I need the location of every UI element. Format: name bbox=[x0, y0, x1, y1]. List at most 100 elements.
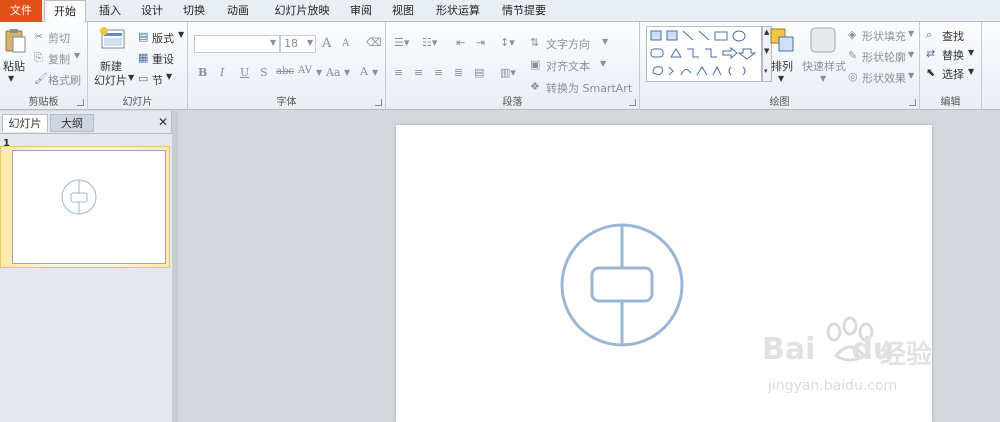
shape-effects-button[interactable]: 形状效果 bbox=[862, 70, 906, 86]
layout-dropdown-icon[interactable]: ▼ bbox=[178, 30, 184, 39]
bullets-icon[interactable]: ☰▾ bbox=[394, 36, 409, 49]
clipboard-launcher-icon[interactable] bbox=[77, 99, 84, 106]
replace-icon: ⇄ bbox=[926, 47, 936, 60]
replace-dropdown-icon[interactable]: ▼ bbox=[968, 48, 974, 57]
clear-format-icon[interactable]: ⌫ bbox=[366, 36, 382, 49]
paste-button[interactable]: 粘贴 bbox=[3, 58, 25, 74]
decrease-indent-icon[interactable]: ⇤ bbox=[456, 36, 465, 49]
distributed-icon[interactable]: ▤ bbox=[474, 66, 484, 79]
tab-transitions[interactable]: 切换 bbox=[174, 0, 214, 22]
align-text-dropdown-icon[interactable]: ▼ bbox=[600, 59, 606, 68]
italic-button[interactable]: I bbox=[220, 66, 224, 79]
char-spacing-dropdown-icon[interactable]: ▼ bbox=[316, 68, 322, 77]
align-center-icon[interactable]: ≡ bbox=[414, 66, 423, 79]
arrange-dropdown-icon[interactable]: ▼ bbox=[778, 74, 784, 83]
shape-outline-dropdown-icon[interactable]: ▼ bbox=[908, 50, 914, 59]
watermark-url: jingyan.baidu.com bbox=[768, 378, 898, 394]
tab-design[interactable]: 设计 bbox=[132, 0, 172, 22]
gallery-more-icon[interactable]: ▾ bbox=[764, 67, 768, 75]
text-direction-button[interactable]: 文字方向 bbox=[546, 36, 590, 52]
section-icon: ▭ bbox=[138, 72, 149, 85]
group-label-slides: 幻灯片 bbox=[122, 97, 153, 108]
shape-fill-button[interactable]: 形状填充 bbox=[862, 28, 906, 44]
select-button[interactable]: 选择 bbox=[942, 66, 964, 82]
justify-icon[interactable]: ≣ bbox=[454, 66, 463, 79]
change-case-button[interactable]: Aa bbox=[326, 66, 341, 79]
replace-button[interactable]: 替换 bbox=[942, 47, 964, 63]
new-slide-dropdown-icon[interactable]: ▼ bbox=[128, 73, 134, 82]
slide-number: 1 bbox=[3, 138, 10, 149]
rounded-rect-shape[interactable] bbox=[590, 266, 654, 303]
font-color-dropdown-icon[interactable]: ▼ bbox=[372, 68, 378, 77]
shadow-button[interactable]: S bbox=[260, 66, 268, 79]
select-dropdown-icon[interactable]: ▼ bbox=[968, 67, 974, 76]
font-name-combo[interactable] bbox=[194, 35, 280, 53]
quick-styles-button[interactable]: 快速样式 bbox=[802, 58, 846, 74]
shape-effects-icon: ◎ bbox=[848, 70, 858, 83]
text-direction-dropdown-icon[interactable]: ▼ bbox=[602, 37, 608, 46]
group-label-clipboard: 剪贴板 bbox=[28, 97, 59, 108]
tab-slideshow[interactable]: 幻灯片放映 bbox=[264, 0, 340, 22]
quick-styles-icon[interactable] bbox=[808, 26, 838, 54]
paragraph-launcher-icon[interactable] bbox=[629, 99, 636, 106]
close-panel-icon[interactable]: ✕ bbox=[158, 115, 168, 129]
shape-effects-dropdown-icon[interactable]: ▼ bbox=[908, 71, 914, 80]
tab-view[interactable]: 视图 bbox=[384, 0, 422, 22]
new-slide-icon[interactable] bbox=[98, 26, 126, 52]
copy-dropdown-icon[interactable]: ▼ bbox=[74, 51, 80, 60]
ribbon-tab-bar: 文件 开始 插入 设计 切换 动画 幻灯片放映 审阅 视图 形状运算 情节提要 bbox=[0, 0, 1000, 23]
shape-outline-button[interactable]: 形状轮廓 bbox=[862, 49, 906, 65]
find-button[interactable]: 查找 bbox=[942, 28, 964, 44]
font-launcher-icon[interactable] bbox=[375, 99, 382, 106]
font-name-dropdown-icon[interactable]: ▼ bbox=[270, 38, 276, 47]
align-right-icon[interactable]: ≡ bbox=[434, 66, 443, 79]
grow-font-button[interactable]: A bbox=[322, 36, 331, 51]
align-left-icon[interactable]: ≡ bbox=[394, 66, 403, 79]
char-spacing-button[interactable]: AV bbox=[298, 65, 312, 76]
quick-styles-dropdown-icon[interactable]: ▼ bbox=[820, 74, 826, 83]
tab-shape-operations[interactable]: 形状运算 bbox=[428, 0, 488, 22]
copy-button[interactable]: 复制 bbox=[48, 51, 70, 67]
underline-button[interactable]: U bbox=[240, 66, 249, 79]
section-button[interactable]: 节 bbox=[152, 72, 163, 88]
new-slide-label-2[interactable]: 幻灯片 bbox=[94, 72, 127, 88]
line-spacing-icon[interactable]: ↕▾ bbox=[500, 36, 515, 49]
font-color-button[interactable]: A bbox=[360, 65, 368, 78]
shape-fill-dropdown-icon[interactable]: ▼ bbox=[908, 29, 914, 38]
layout-button[interactable]: 版式 bbox=[152, 30, 174, 46]
paste-dropdown-icon[interactable]: ▼ bbox=[8, 74, 14, 83]
bold-button[interactable]: B bbox=[198, 66, 207, 79]
increase-indent-icon[interactable]: ⇥ bbox=[476, 36, 485, 49]
group-paragraph: ☰▾ ☷▾ ⇤ ⇥ ↕▾ ⇅ 文字方向 ▼ ≡ ≡ ≡ ≣ ▤ ▥▾ ▣ 对齐文… bbox=[386, 22, 640, 110]
change-case-dropdown-icon[interactable]: ▼ bbox=[344, 68, 350, 77]
section-dropdown-icon[interactable]: ▼ bbox=[166, 72, 172, 81]
cut-button[interactable]: 剪切 bbox=[48, 30, 70, 46]
shrink-font-button[interactable]: A bbox=[342, 38, 349, 49]
font-size-dropdown-icon[interactable]: ▼ bbox=[307, 38, 313, 47]
text-direction-icon: ⇅ bbox=[530, 36, 540, 49]
slide-thumbnail-1[interactable] bbox=[12, 150, 166, 264]
numbering-icon[interactable]: ☷▾ bbox=[422, 36, 437, 49]
tab-animations[interactable]: 动画 bbox=[216, 0, 260, 22]
shapes-gallery[interactable] bbox=[646, 26, 762, 82]
tab-insert[interactable]: 插入 bbox=[90, 0, 130, 22]
reset-button[interactable]: 重设 bbox=[152, 51, 174, 67]
strikethrough-button[interactable]: abc bbox=[276, 66, 294, 77]
arrange-button[interactable]: 排列 bbox=[771, 58, 793, 74]
format-painter-button[interactable]: 格式刷 bbox=[48, 72, 81, 88]
tab-outline-panel[interactable]: 大纲 bbox=[50, 114, 94, 132]
thumbnail-list: 1 bbox=[0, 133, 172, 422]
group-label-font: 字体 bbox=[276, 97, 297, 108]
align-text-button[interactable]: 对齐文本 bbox=[546, 58, 590, 74]
paste-icon[interactable] bbox=[4, 28, 26, 54]
arrange-icon[interactable] bbox=[768, 26, 796, 54]
tab-slides-panel[interactable]: 幻灯片 bbox=[2, 114, 48, 132]
tab-file[interactable]: 文件 bbox=[0, 0, 42, 22]
group-label-drawing: 绘图 bbox=[769, 97, 790, 108]
tab-home[interactable]: 开始 bbox=[44, 0, 86, 23]
columns-icon[interactable]: ▥▾ bbox=[500, 66, 516, 79]
select-icon: ⬉ bbox=[926, 66, 936, 79]
tab-review[interactable]: 审阅 bbox=[342, 0, 380, 22]
drawing-launcher-icon[interactable] bbox=[909, 99, 916, 106]
tab-storyboard[interactable]: 情节提要 bbox=[494, 0, 554, 22]
